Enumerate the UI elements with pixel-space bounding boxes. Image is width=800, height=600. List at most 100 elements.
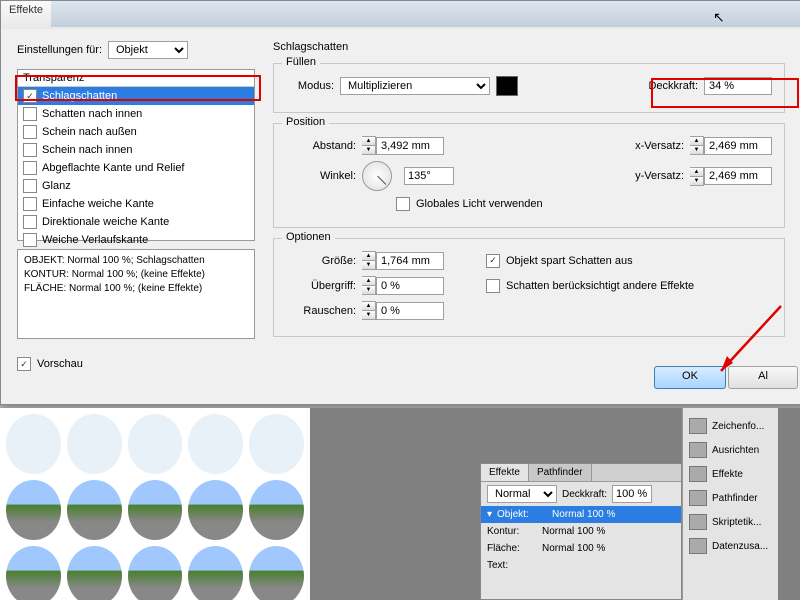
- document-canvas[interactable]: [0, 408, 310, 600]
- distance-label: Abstand:: [286, 140, 356, 152]
- noise-label: Rauschen:: [286, 305, 356, 317]
- effect-label: Weiche Verlaufskante: [42, 234, 148, 246]
- panel-icon: [689, 466, 707, 482]
- effect-label: Glanz: [42, 180, 71, 192]
- mode-select[interactable]: Multiplizieren: [340, 77, 490, 95]
- effect-label: Schein nach innen: [42, 144, 133, 156]
- effect-checkbox[interactable]: [23, 89, 37, 103]
- global-light-label: Globales Licht verwenden: [416, 198, 543, 210]
- section-title: Schlagschatten: [273, 41, 785, 53]
- panel-icon: [689, 514, 707, 530]
- panel-opacity-input[interactable]: [612, 485, 652, 503]
- angle-label: Winkel:: [286, 170, 356, 182]
- effect-checkbox[interactable]: [23, 197, 37, 211]
- effect-label: Schein nach außen: [42, 126, 137, 138]
- effect-item[interactable]: Schlagschatten: [18, 87, 254, 105]
- distance-input[interactable]: ▲▼: [362, 136, 444, 155]
- position-group: Position Abstand: ▲▼ x-Versatz: ▲▼ Winke…: [273, 123, 785, 228]
- opacity-input[interactable]: [704, 77, 772, 95]
- triangle-icon: ▾: [487, 509, 492, 520]
- panel-icon: [689, 418, 707, 434]
- effects-panel-row[interactable]: ▾ Objekt:Normal 100 %: [481, 506, 681, 523]
- angle-input[interactable]: [404, 167, 454, 185]
- yoffset-label: y-Versatz:: [635, 170, 684, 182]
- effect-summary: OBJEKT: Normal 100 %; Schlagschatten KON…: [17, 249, 255, 339]
- yoffset-input[interactable]: ▲▼: [690, 167, 772, 186]
- effects-panel-row[interactable]: Kontur:Normal 100 %: [481, 523, 681, 540]
- preview-label: Vorschau: [37, 358, 83, 370]
- settings-for-select[interactable]: Objekt: [108, 41, 188, 59]
- side-panel-item[interactable]: Ausrichten: [683, 438, 778, 462]
- effect-label: Schatten nach innen: [42, 108, 142, 120]
- cancel-button[interactable]: Al: [728, 366, 798, 389]
- effect-checkbox[interactable]: [23, 233, 37, 247]
- effects-panel-row[interactable]: Fläche:Normal 100 %: [481, 540, 681, 557]
- tab-effekte[interactable]: Effekte: [481, 464, 529, 481]
- effect-checkbox[interactable]: [23, 215, 37, 229]
- xoffset-input[interactable]: ▲▼: [690, 136, 772, 155]
- side-panel-item[interactable]: Skriptetik...: [683, 510, 778, 534]
- effect-item[interactable]: Schein nach außen: [18, 123, 254, 141]
- effect-item[interactable]: Weiche Verlaufskante: [18, 231, 254, 249]
- tab-pathfinder[interactable]: Pathfinder: [529, 464, 592, 481]
- workspace: Effekte Pathfinder Normal Deckkraft: ▾ O…: [0, 408, 800, 600]
- position-legend: Position: [282, 116, 329, 128]
- mode-label: Modus:: [286, 80, 334, 92]
- spread-input[interactable]: ▲▼: [362, 276, 444, 295]
- noise-input[interactable]: ▲▼: [362, 301, 444, 320]
- effect-checkbox[interactable]: [23, 143, 37, 157]
- effect-label: Direktionale weiche Kante: [42, 216, 169, 228]
- shadow-color-swatch[interactable]: [496, 76, 518, 96]
- panel-icon: [689, 490, 707, 506]
- side-panel-item[interactable]: Pathfinder: [683, 486, 778, 510]
- fill-group: Füllen Modus: Multiplizieren Deckkraft:: [273, 63, 785, 113]
- panel-icon: [689, 538, 707, 554]
- options-group: Optionen Größe: ▲▼ Objekt spart Schatten…: [273, 238, 785, 337]
- settings-for-label: Einstellungen für:: [17, 44, 102, 56]
- up-icon: ▲: [362, 137, 375, 146]
- effect-label: Schlagschatten: [42, 90, 117, 102]
- spread-label: Übergriff:: [286, 280, 356, 292]
- preview-checkbox[interactable]: [17, 357, 31, 371]
- blend-mode-select[interactable]: Normal: [487, 485, 557, 503]
- global-light-checkbox[interactable]: [396, 197, 410, 211]
- angle-wheel[interactable]: [362, 161, 392, 191]
- effect-item[interactable]: Direktionale weiche Kante: [18, 213, 254, 231]
- panel-icon: [689, 442, 707, 458]
- side-panel-item[interactable]: Datenzusa...: [683, 534, 778, 558]
- ok-button[interactable]: OK: [654, 366, 726, 389]
- effect-item[interactable]: Einfache weiche Kante: [18, 195, 254, 213]
- options-legend: Optionen: [282, 231, 335, 243]
- effect-item[interactable]: Schatten nach innen: [18, 105, 254, 123]
- effects-panel-row[interactable]: Text:: [481, 557, 681, 574]
- effects-panel: Effekte Pathfinder Normal Deckkraft: ▾ O…: [480, 463, 682, 600]
- effect-checkbox[interactable]: [23, 107, 37, 121]
- cursor-icon: ↖: [713, 9, 725, 26]
- effect-item[interactable]: Glanz: [18, 177, 254, 195]
- side-panel-item[interactable]: Zeichenfo...: [683, 414, 778, 438]
- honors-label: Schatten berücksichtigt andere Effekte: [506, 280, 694, 292]
- opacity-label: Deckkraft:: [648, 80, 698, 92]
- effect-list-header[interactable]: Transparenz: [18, 70, 254, 87]
- effect-list: Transparenz Schlagschatten Schatten nach …: [17, 69, 255, 241]
- titlebar-bg: [51, 1, 800, 27]
- fill-legend: Füllen: [282, 56, 320, 68]
- effect-label: Einfache weiche Kante: [42, 198, 154, 210]
- effects-dialog: Effekte ↖ Einstellungen für: Objekt Tran…: [0, 0, 800, 405]
- effect-item[interactable]: Schein nach innen: [18, 141, 254, 159]
- effect-label: Abgeflachte Kante und Relief: [42, 162, 185, 174]
- honors-checkbox[interactable]: [486, 279, 500, 293]
- effect-checkbox[interactable]: [23, 179, 37, 193]
- effect-checkbox[interactable]: [23, 125, 37, 139]
- down-icon: ▼: [362, 146, 375, 154]
- side-panel-item[interactable]: Effekte: [683, 462, 778, 486]
- xoffset-label: x-Versatz:: [635, 140, 684, 152]
- side-panel: Zeichenfo...AusrichtenEffektePathfinderS…: [682, 408, 778, 600]
- size-input[interactable]: ▲▼: [362, 251, 444, 270]
- effect-checkbox[interactable]: [23, 161, 37, 175]
- knockout-checkbox[interactable]: [486, 254, 500, 268]
- effect-item[interactable]: Abgeflachte Kante und Relief: [18, 159, 254, 177]
- size-label: Größe:: [286, 255, 356, 267]
- panel-opacity-label: Deckkraft:: [562, 489, 607, 500]
- knockout-label: Objekt spart Schatten aus: [506, 255, 633, 267]
